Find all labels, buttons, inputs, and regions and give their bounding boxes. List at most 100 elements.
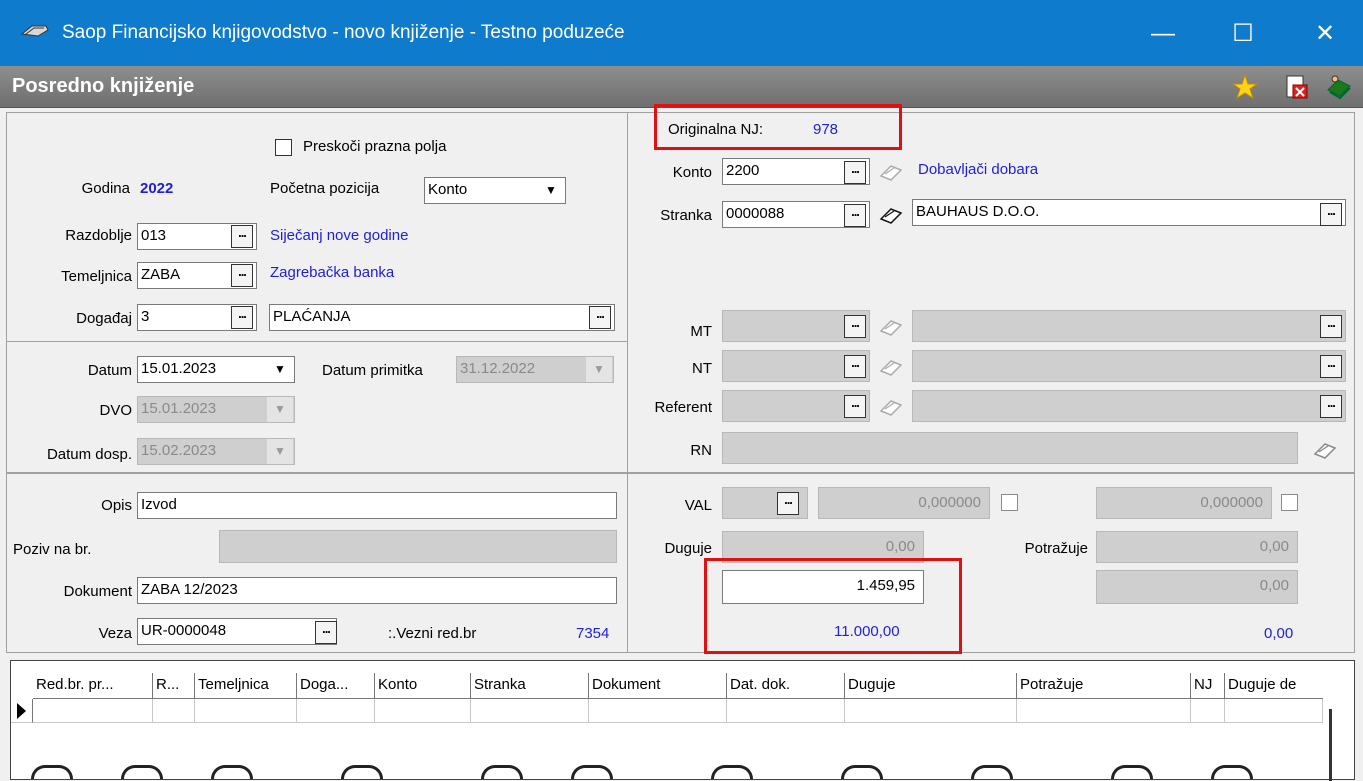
credit-total: 0,00 [1264, 625, 1294, 642]
referent-desc-lookup-button[interactable]: ... [1320, 395, 1342, 418]
reference-input [219, 530, 617, 563]
partial-glyph [711, 765, 753, 779]
chevron-down-icon[interactable]: ▼ [538, 178, 564, 203]
partner-name-lookup-button[interactable]: ... [1320, 203, 1342, 226]
ledger-description: Zagrebačka banka [270, 264, 395, 281]
table-cell[interactable] [845, 699, 1017, 723]
referent-label: Referent [654, 399, 712, 416]
close-document-icon[interactable] [1284, 74, 1310, 100]
column-header[interactable]: Potražuje [1017, 673, 1191, 699]
table-cell[interactable] [297, 699, 375, 723]
credit-label: Potražuje [1024, 540, 1088, 557]
nt-lookup-button[interactable]: ... [844, 355, 866, 378]
document-input[interactable]: ZABA 12/2023 [137, 577, 617, 604]
minimize-button[interactable]: — [1140, 16, 1186, 52]
table-cell[interactable] [375, 699, 471, 723]
eraser-icon[interactable] [878, 162, 904, 182]
partner-label: Stranka [660, 207, 712, 224]
entries-table[interactable]: Red.br. pr... R... Temeljnica Doga... Ko… [10, 660, 1355, 781]
currency-lookup-button[interactable]: ... [777, 492, 799, 515]
eraser-icon[interactable] [878, 397, 904, 417]
partial-glyph [971, 765, 1013, 779]
mt-lookup-button[interactable]: ... [844, 315, 866, 338]
table-cell[interactable] [471, 699, 589, 723]
skip-empty-checkbox[interactable] [275, 139, 292, 156]
partner-name-input[interactable]: BAUHAUS D.O.O. [912, 199, 1346, 226]
partial-glyph [31, 765, 73, 779]
link-lookup-button[interactable]: ... [315, 621, 337, 644]
period-lookup-button[interactable]: ... [231, 225, 253, 248]
table-cell[interactable] [727, 699, 845, 723]
referent-lookup-button[interactable]: ... [844, 395, 866, 418]
partial-glyph [841, 765, 883, 779]
table-cell[interactable] [589, 699, 727, 723]
table-cell[interactable] [1225, 699, 1323, 723]
amount-input[interactable]: 1.459,95 [722, 570, 924, 604]
rate2-checkbox [1281, 494, 1298, 511]
column-header[interactable]: NJ [1191, 673, 1225, 699]
column-header[interactable]: Konto [375, 673, 471, 699]
partial-glyph [121, 765, 163, 779]
partial-glyph [1211, 765, 1253, 779]
column-header[interactable]: Duguje [845, 673, 1017, 699]
nt-desc-lookup-button[interactable]: ... [1320, 355, 1342, 378]
period-description: Siječanj nove godine [270, 227, 409, 244]
form-header: Posredno knjiženje [0, 66, 1363, 108]
column-header[interactable]: Dat. dok. [727, 673, 845, 699]
row-pointer-icon [17, 703, 26, 719]
book-exit-icon[interactable] [1326, 74, 1352, 100]
scrollbar[interactable] [1329, 709, 1332, 781]
eraser-icon[interactable] [878, 205, 904, 225]
table-cell[interactable] [1017, 699, 1191, 723]
close-button[interactable]: ✕ [1302, 16, 1348, 52]
row-indicator[interactable] [11, 699, 33, 723]
column-header[interactable]: Duguje de [1225, 673, 1323, 699]
description-label: Opis [101, 497, 132, 514]
table-cell[interactable] [195, 699, 297, 723]
exchange-rate-2: 0,000000 [1096, 487, 1272, 519]
app-icon [20, 25, 49, 37]
date-dropdown-icon[interactable]: ▼ [267, 357, 293, 382]
table-cell[interactable] [1191, 699, 1225, 723]
dvo-dropdown-icon: ▼ [267, 397, 293, 422]
year-label: Godina [81, 180, 130, 197]
table-cell[interactable] [33, 699, 153, 723]
partner-lookup-button[interactable]: ... [844, 204, 866, 227]
star-icon[interactable] [1232, 74, 1258, 100]
mt-desc-lookup-button[interactable]: ... [1320, 315, 1342, 338]
maximize-button[interactable]: ☐ [1220, 16, 1266, 52]
column-header[interactable]: Stranka [471, 673, 589, 699]
year-value: 2022 [140, 180, 174, 197]
original-nj-label: Originalna NJ: [668, 121, 764, 138]
partial-glyph [481, 765, 523, 779]
column-header[interactable]: Dokument [589, 673, 727, 699]
due-date-label: Datum dosp. [46, 446, 132, 463]
linked-row-value: 7354 [576, 625, 610, 642]
table-cell[interactable] [153, 699, 195, 723]
event-lookup-button[interactable]: ... [231, 306, 253, 329]
description-input[interactable]: Izvod [137, 492, 617, 519]
column-header[interactable]: Doga... [297, 673, 375, 699]
period-label: Razdoblje [65, 227, 132, 244]
event-description-input[interactable]: PLAĆANJA [269, 304, 615, 331]
column-header[interactable]: Temeljnica [195, 673, 297, 699]
due-date-dropdown-icon: ▼ [267, 439, 293, 464]
rn-input [722, 432, 1298, 464]
title-bar: Saop Financijsko knjigovodstvo - novo kn… [0, 0, 1363, 66]
eraser-icon[interactable] [1312, 440, 1338, 460]
column-header[interactable]: Red.br. pr... [33, 673, 153, 699]
ledger-lookup-button[interactable]: ... [231, 264, 253, 287]
account-lookup-button[interactable]: ... [844, 161, 866, 184]
window-title: Saop Financijsko knjigovodstvo - novo kn… [62, 22, 625, 43]
rn-label: RN [690, 442, 712, 459]
credit-input: 0,00 [1096, 531, 1298, 563]
column-header[interactable]: R... [153, 673, 195, 699]
link-input[interactable]: UR-0000048 [137, 618, 337, 645]
mt-label: MT [690, 323, 712, 340]
ledger-label: Temeljnica [61, 268, 132, 285]
eraser-icon[interactable] [878, 317, 904, 337]
event-desc-lookup-button[interactable]: ... [589, 306, 611, 329]
dvo-label: DVO [99, 402, 132, 419]
nt-label: NT [692, 360, 712, 377]
eraser-icon[interactable] [878, 357, 904, 377]
